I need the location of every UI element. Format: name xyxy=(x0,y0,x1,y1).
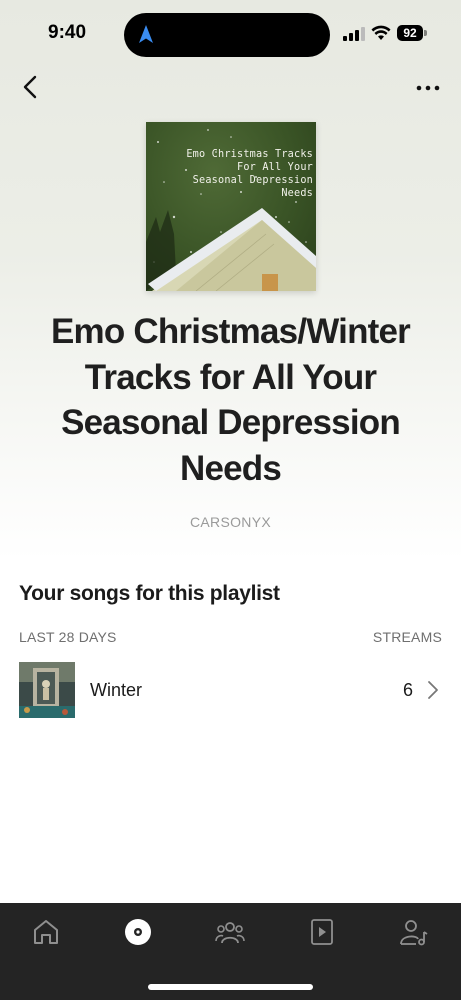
section-heading: Your songs for this playlist xyxy=(19,582,280,605)
chevron-left-icon xyxy=(23,75,37,99)
audience-icon xyxy=(215,922,245,944)
tab-artist-profile[interactable] xyxy=(399,917,429,947)
tab-audience[interactable] xyxy=(215,917,245,947)
playlist-title: Emo Christmas/Winter Tracks for All Your… xyxy=(50,312,411,488)
battery-indicator: 92 xyxy=(397,25,423,41)
playlist-owner[interactable]: CARSONYX xyxy=(0,514,461,530)
video-icon xyxy=(311,919,333,945)
playlist-cover-art: Emo Christmas Tracks For All Your Season… xyxy=(146,122,316,291)
home-indicator[interactable] xyxy=(148,984,313,990)
song-title: Winter xyxy=(90,680,143,700)
cellular-signal-icon xyxy=(343,27,365,41)
song-artwork xyxy=(19,662,75,718)
dynamic-island xyxy=(124,13,330,57)
tab-music[interactable] xyxy=(123,917,153,947)
status-time: 9:40 xyxy=(48,22,87,43)
tab-home[interactable] xyxy=(31,917,61,947)
period-label: LAST 28 DAYS xyxy=(19,629,117,645)
battery-cap xyxy=(424,30,427,36)
status-bar: 9:40 92 xyxy=(0,0,461,70)
back-button[interactable] xyxy=(18,73,46,101)
song-artwork-illustration xyxy=(19,662,75,718)
song-row[interactable]: Winter 6 xyxy=(0,658,461,722)
chevron-right-icon xyxy=(428,681,438,699)
wifi-icon xyxy=(371,25,391,40)
music-disc-icon xyxy=(125,919,151,945)
more-options-button[interactable] xyxy=(414,78,442,98)
ellipsis-icon xyxy=(416,85,440,91)
streams-column-label: STREAMS xyxy=(372,629,442,645)
cover-art-text: Emo Christmas Tracks For All Your Season… xyxy=(186,149,313,199)
home-icon xyxy=(34,920,58,944)
song-streams-count: 6 xyxy=(402,680,413,700)
artist-profile-icon xyxy=(400,920,428,946)
location-arrow-icon xyxy=(139,25,153,43)
tab-video[interactable] xyxy=(307,917,337,947)
